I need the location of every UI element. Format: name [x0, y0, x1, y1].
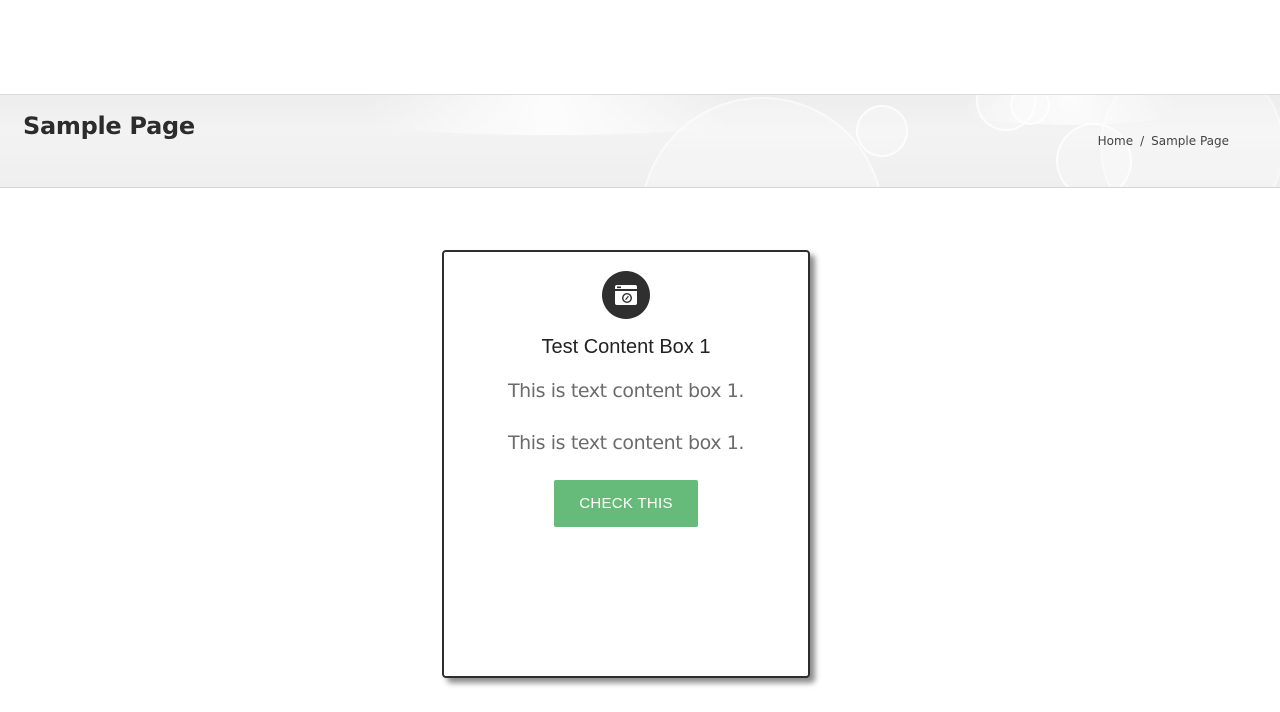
breadcrumb-home-link[interactable]: Home [1098, 134, 1133, 148]
page: Sample Page Home / Sample Page Test Cont… [0, 0, 1280, 712]
content-box-text: This is text content box 1. [507, 432, 745, 454]
decorative-bokeh [856, 105, 908, 157]
breadcrumb-current: Sample Page [1151, 134, 1229, 148]
content-box-title: Test Content Box 1 [541, 336, 711, 358]
top-header-area [0, 0, 1280, 94]
breadcrumb-separator: / [1140, 134, 1145, 148]
content-box-text: This is text content box 1. [507, 380, 745, 402]
check-this-button[interactable]: CHECK THIS [554, 480, 698, 527]
camera-icon-glyph [615, 285, 637, 305]
breadcrumb: Home / Sample Page [1098, 134, 1229, 148]
camera-icon [602, 271, 650, 319]
page-title: Sample Page [23, 112, 195, 140]
page-title-bar: Sample Page Home / Sample Page [0, 94, 1280, 188]
content-box: Test Content Box 1 This is text content … [442, 250, 810, 678]
